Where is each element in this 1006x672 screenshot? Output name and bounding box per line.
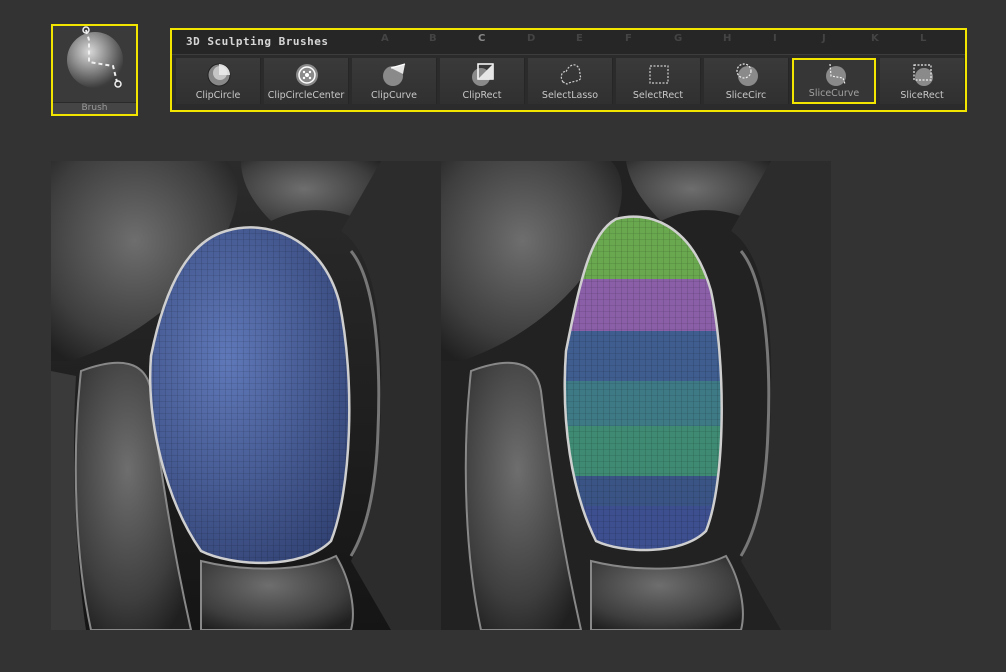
slice-rect-icon <box>913 64 933 86</box>
before-render <box>51 161 441 630</box>
brush-tiles: ClipCircle ClipCircleCenter ClipCurve Cl… <box>176 58 964 106</box>
brush-label-cliprect: ClipRect <box>462 90 502 101</box>
select-lasso-icon <box>560 64 582 85</box>
hotkey-d: D <box>527 33 536 44</box>
brush-palette: 3D Sculpting Brushes A B C D E F G H I J… <box>170 28 967 112</box>
viewport-render[interactable] <box>51 161 831 630</box>
brush-tile-slicecurve[interactable]: SliceCurve <box>792 58 876 104</box>
brush-label-clipcirclecenter: ClipCircleCenter <box>267 90 345 101</box>
hotkey-c: C <box>478 33 486 44</box>
after-render-polygroups <box>441 161 831 630</box>
hotkey-b: B <box>429 33 437 44</box>
select-rect-icon <box>649 65 669 84</box>
brush-label-clipcurve: ClipCurve <box>371 90 417 101</box>
brush-tile-clipcirclecenter[interactable]: ClipCircleCenter <box>264 58 349 104</box>
brush-tile-cliprect[interactable]: ClipRect <box>440 58 525 104</box>
clip-circle-center-icon <box>296 64 318 86</box>
hotkey-g: G <box>674 33 683 44</box>
brush-tile-slicerect[interactable]: SliceRect <box>880 58 964 104</box>
slice-curve-icon <box>826 63 846 86</box>
clip-curve-icon <box>383 63 406 86</box>
hotkey-h: H <box>723 33 732 44</box>
brush-label-selectrect: SelectRect <box>632 90 684 101</box>
brush-label-slicecurve: SliceCurve <box>808 88 860 99</box>
clip-circle-icon <box>207 63 231 87</box>
slice-curve-sphere-icon <box>67 26 123 88</box>
brush-tile-slicecirc[interactable]: SliceCirc <box>704 58 789 104</box>
slice-circ-icon <box>736 63 758 86</box>
brush-label: Brush <box>53 102 136 114</box>
brush-label-clipcircle: ClipCircle <box>195 90 241 101</box>
brush-label-slicerect: SliceRect <box>900 90 944 101</box>
hotkey-k: K <box>871 33 879 44</box>
brush-tile-selectlasso[interactable]: SelectLasso <box>528 58 613 104</box>
clip-rect-icon <box>472 63 494 86</box>
hotkey-f: F <box>625 33 632 44</box>
brush-label-selectlasso: SelectLasso <box>541 90 599 101</box>
hotkey-row: A B C D E F G H I J K L <box>172 33 965 47</box>
hotkey-l: L <box>920 33 927 44</box>
brush-tile-selectrect[interactable]: SelectRect <box>616 58 701 104</box>
brush-label-slicecirc: SliceCirc <box>725 90 767 101</box>
render-canvas <box>51 161 831 630</box>
palette-header: 3D Sculpting Brushes A B C D E F G H I J… <box>172 30 965 55</box>
brush-tile-clipcurve[interactable]: ClipCurve <box>352 58 437 104</box>
brush-thumbnail[interactable]: Brush <box>51 24 138 116</box>
hotkey-i: I <box>773 33 777 44</box>
hotkey-a: A <box>381 33 389 44</box>
hotkey-e: E <box>576 33 583 44</box>
brush-tile-clipcircle[interactable]: ClipCircle <box>176 58 261 104</box>
hotkey-j: J <box>822 33 826 44</box>
